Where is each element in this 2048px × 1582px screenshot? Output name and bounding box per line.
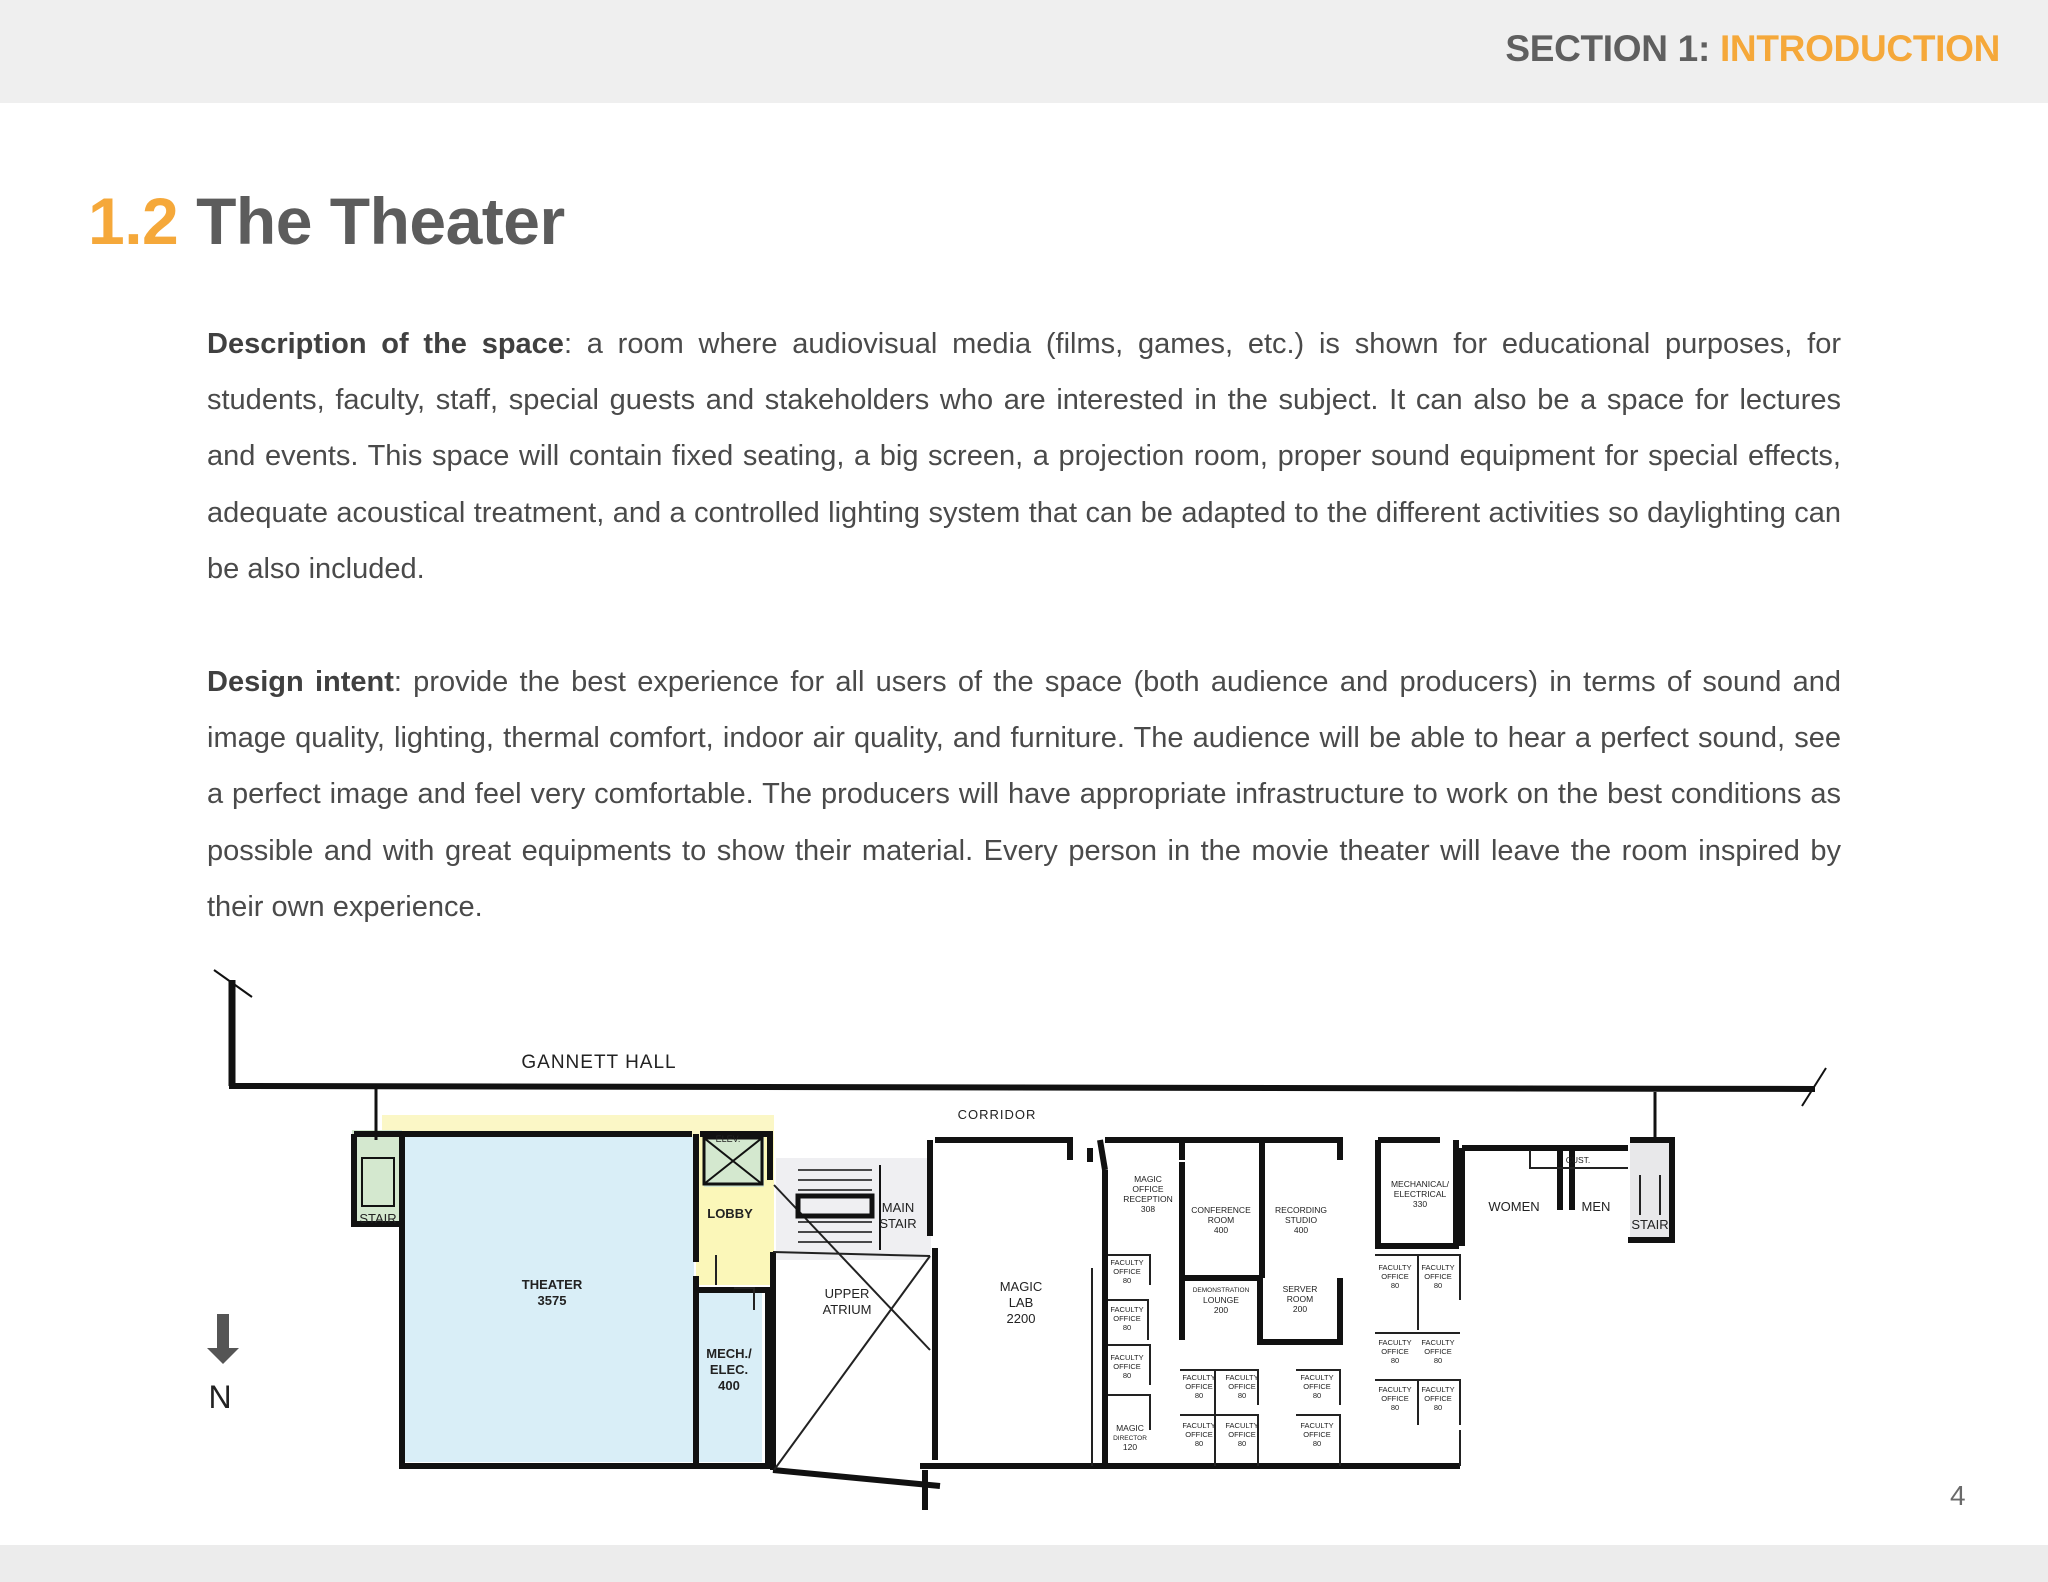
faculty-office-label: OFFICE xyxy=(1113,1362,1141,1371)
page-number: 4 xyxy=(1950,1480,1966,1511)
faculty-office-label: FACULTY xyxy=(1110,1258,1143,1267)
demo-label-1: DEMONSTRATION xyxy=(1193,1287,1250,1294)
faculty-office-label: FACULTY xyxy=(1182,1421,1215,1430)
men-restroom-label: MEN xyxy=(1582,1199,1611,1214)
faculty-office-label: FACULTY xyxy=(1421,1263,1454,1272)
reception-label-1: MAGIC xyxy=(1134,1174,1162,1184)
north-label: N xyxy=(208,1379,231,1415)
floor-plan: GANNETT HALL CORRIDOR STAIR ELEV. LOBBY … xyxy=(207,969,1827,1510)
faculty-office-label: 80 xyxy=(1434,1403,1442,1412)
faculty-office-label: 80 xyxy=(1123,1371,1131,1380)
demo-label-3: 200 xyxy=(1214,1305,1228,1315)
faculty-office-label: OFFICE xyxy=(1303,1430,1331,1439)
server-label-2: ROOM xyxy=(1287,1294,1313,1304)
conference-label-2: ROOM xyxy=(1208,1215,1234,1225)
lobby-label: LOBBY xyxy=(707,1206,753,1221)
director-label-1: MAGIC xyxy=(1116,1423,1144,1433)
faculty-office-label: OFFICE xyxy=(1113,1267,1141,1276)
faculty-office-label: FACULTY xyxy=(1300,1373,1333,1382)
theater-area: 3575 xyxy=(538,1293,567,1308)
mech-elec-label-1: MECHANICAL/ xyxy=(1391,1179,1450,1189)
gannett-hall-label: GANNETT HALL xyxy=(521,1052,676,1073)
faculty-office-label: 80 xyxy=(1391,1281,1399,1290)
north-arrow-icon xyxy=(207,1314,239,1364)
faculty-office-label: 80 xyxy=(1391,1403,1399,1412)
faculty-office-label: 80 xyxy=(1238,1391,1246,1400)
server-label-1: SERVER xyxy=(1283,1284,1318,1294)
faculty-office-label: OFFICE xyxy=(1424,1394,1452,1403)
faculty-office-label: 80 xyxy=(1313,1439,1321,1448)
mech-elec-label-3: 330 xyxy=(1413,1199,1427,1209)
faculty-office-label: FACULTY xyxy=(1378,1263,1411,1272)
elevator-label: ELEV. xyxy=(716,1134,741,1144)
conference-label-1: CONFERENCE xyxy=(1191,1205,1251,1215)
director-label-2: DIRECTOR xyxy=(1113,1435,1147,1442)
theater-label: THEATER xyxy=(522,1277,583,1292)
faculty-office-label: FACULTY xyxy=(1378,1385,1411,1394)
faculty-office-label: 80 xyxy=(1195,1391,1203,1400)
faculty-office-label: OFFICE xyxy=(1185,1382,1213,1391)
mech-label-3: 400 xyxy=(718,1378,740,1393)
faculty-office-label: OFFICE xyxy=(1228,1430,1256,1439)
mech-elec-label-2: ELECTRICAL xyxy=(1394,1189,1447,1199)
faculty-office-label: 80 xyxy=(1391,1356,1399,1365)
faculty-office-label: OFFICE xyxy=(1228,1382,1256,1391)
women-restroom-label: WOMEN xyxy=(1488,1199,1539,1214)
faculty-office-label: FACULTY xyxy=(1421,1338,1454,1347)
recording-label-1: RECORDING xyxy=(1275,1205,1327,1215)
faculty-office-label: OFFICE xyxy=(1113,1314,1141,1323)
faculty-office-label: 80 xyxy=(1313,1391,1321,1400)
faculty-office-label: FACULTY xyxy=(1378,1338,1411,1347)
magic-lab-label-2: LAB xyxy=(1009,1295,1034,1310)
faculty-office-label: OFFICE xyxy=(1185,1430,1213,1439)
mech-label-1: MECH./ xyxy=(706,1346,752,1361)
faculty-office-label: FACULTY xyxy=(1110,1353,1143,1362)
mech-label-2: ELEC. xyxy=(710,1362,748,1377)
conference-label-3: 400 xyxy=(1214,1225,1228,1235)
footer-bar xyxy=(0,1545,2048,1582)
faculty-office-label: OFFICE xyxy=(1381,1347,1409,1356)
corridor-label: CORRIDOR xyxy=(958,1107,1037,1122)
atrium-label-1: UPPER xyxy=(825,1286,870,1301)
reception-label-3: RECEPTION xyxy=(1123,1194,1173,1204)
main-stair-label-1: MAIN xyxy=(882,1200,915,1215)
faculty-office-label: FACULTY xyxy=(1225,1421,1258,1430)
faculty-office-label: FACULTY xyxy=(1421,1385,1454,1394)
faculty-office-label: 80 xyxy=(1195,1439,1203,1448)
director-label-3: 120 xyxy=(1123,1442,1137,1452)
recording-label-2: STUDIO xyxy=(1285,1215,1318,1225)
faculty-office-label: 80 xyxy=(1434,1356,1442,1365)
faculty-office-label: 80 xyxy=(1123,1276,1131,1285)
faculty-office-label: OFFICE xyxy=(1381,1394,1409,1403)
recording-label-3: 400 xyxy=(1294,1225,1308,1235)
faculty-office-label: OFFICE xyxy=(1424,1272,1452,1281)
server-label-3: 200 xyxy=(1293,1304,1307,1314)
faculty-office-label: 80 xyxy=(1238,1439,1246,1448)
atrium-label-2: ATRIUM xyxy=(823,1302,872,1317)
faculty-office-label: 80 xyxy=(1123,1323,1131,1332)
magic-lab-label-3: 2200 xyxy=(1007,1311,1036,1326)
magic-lab-label-1: MAGIC xyxy=(1000,1279,1043,1294)
reception-label-2: OFFICE xyxy=(1132,1184,1163,1194)
faculty-office-label: OFFICE xyxy=(1381,1272,1409,1281)
demo-label-2: LOUNGE xyxy=(1203,1295,1239,1305)
faculty-office-label: 80 xyxy=(1434,1281,1442,1290)
main-stair-label-2: STAIR xyxy=(879,1216,916,1231)
faculty-office-label: OFFICE xyxy=(1424,1347,1452,1356)
stair-right-label: STAIR xyxy=(1631,1217,1668,1232)
faculty-office-label: FACULTY xyxy=(1110,1305,1143,1314)
custodial-label: CUST. xyxy=(1566,1155,1591,1165)
stair-left-label: STAIR xyxy=(359,1211,396,1226)
reception-label-4: 308 xyxy=(1141,1204,1155,1214)
faculty-office-label: FACULTY xyxy=(1182,1373,1215,1382)
faculty-office-label: OFFICE xyxy=(1303,1382,1331,1391)
faculty-office-label: FACULTY xyxy=(1300,1421,1333,1430)
faculty-office-label: FACULTY xyxy=(1225,1373,1258,1382)
